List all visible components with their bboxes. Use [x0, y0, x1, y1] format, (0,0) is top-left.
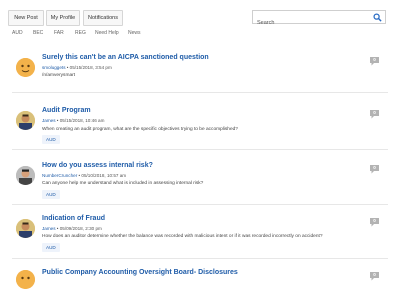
- category-link-far[interactable]: FAR: [54, 30, 64, 36]
- post-date: 05/09/2018, 2:30 pm: [59, 226, 102, 231]
- post-author-link[interactable]: James: [42, 118, 56, 123]
- category-link-bec[interactable]: BEC: [33, 30, 43, 36]
- post-title-link[interactable]: Audit Program: [42, 107, 91, 114]
- post-date: 05/15/2018, 10:46 am: [59, 118, 105, 123]
- category-tag[interactable]: AUD: [42, 135, 60, 144]
- post-meta: NumberCruncher • 05/10/2018, 10:57 am: [42, 173, 126, 178]
- post-excerpt: How does an auditor determine whether th…: [42, 234, 323, 239]
- post-author-link[interactable]: smoluggets: [42, 65, 66, 70]
- category-link-aud[interactable]: AUD: [12, 30, 23, 36]
- post-divider: [12, 258, 388, 259]
- notifications-button[interactable]: Notifications: [83, 10, 123, 26]
- post-author-link[interactable]: James: [42, 226, 56, 231]
- post-meta: smoluggets • 05/15/2018, 3:54 pm: [42, 65, 112, 70]
- post-date: 05/15/2018, 3:54 pm: [69, 65, 112, 70]
- post-divider: [12, 92, 388, 93]
- search-input[interactable]: [253, 17, 367, 29]
- search-box: [252, 10, 386, 29]
- avatar: [16, 58, 35, 77]
- category-link-news[interactable]: News: [128, 30, 141, 36]
- reply-count: 0: [373, 110, 376, 115]
- post-title-link[interactable]: Public Company Accounting Oversight Boar…: [42, 269, 238, 276]
- post-divider: [12, 204, 388, 205]
- avatar: [16, 166, 35, 185]
- post-excerpt: /n/amverysmart: [42, 73, 76, 78]
- post-meta: James • 05/09/2018, 2:30 pm: [42, 226, 102, 231]
- category-tag[interactable]: AUD: [42, 243, 60, 252]
- reply-count: 0: [373, 272, 376, 277]
- avatar: [16, 219, 35, 238]
- post-date: 05/10/2018, 10:57 am: [81, 173, 127, 178]
- post-excerpt: When creating an audit program, what are…: [42, 127, 238, 132]
- avatar: [16, 111, 35, 130]
- post-divider: [12, 149, 388, 150]
- new-post-button[interactable]: New Post: [8, 10, 44, 26]
- category-link-reg[interactable]: REG: [75, 30, 86, 36]
- reply-count: 0: [373, 57, 376, 62]
- category-link-need-help[interactable]: Need Help: [95, 30, 119, 36]
- post-title-link[interactable]: Surely this can't be an AICPA sanctioned…: [42, 54, 209, 61]
- search-icon[interactable]: [373, 13, 382, 22]
- post-title-link[interactable]: Indication of Fraud: [42, 215, 105, 222]
- top-toolbar: New Post My Profile Notifications: [0, 10, 400, 29]
- post-meta: James • 05/15/2018, 10:46 am: [42, 118, 104, 123]
- post-excerpt: Can anyone help me understand what is in…: [42, 181, 204, 186]
- post-author-link[interactable]: NumberCruncher: [42, 173, 77, 178]
- reply-count: 0: [373, 165, 376, 170]
- reply-count: 0: [373, 218, 376, 223]
- post-title-link[interactable]: How do you assess internal risk?: [42, 162, 153, 169]
- my-profile-button[interactable]: My Profile: [46, 10, 80, 26]
- category-tag[interactable]: AUD: [42, 190, 60, 199]
